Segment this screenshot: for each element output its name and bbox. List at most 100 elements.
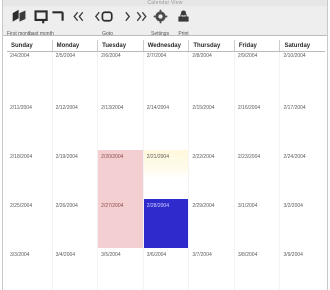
day-date: 2/4/2004 <box>10 53 30 59</box>
day-date: 2/10/2004 <box>283 53 306 59</box>
settings-button[interactable]: Settings <box>151 8 170 37</box>
settings-icon <box>152 8 169 30</box>
goto-icon <box>99 8 116 30</box>
day-cell[interactable]: 2/9/2004 <box>235 52 281 101</box>
day-cell[interactable]: 2/8/2004 <box>189 52 235 101</box>
day-cell[interactable]: 2/22/2004 <box>189 150 235 199</box>
day-date: 2/23/2004 <box>237 154 261 160</box>
back-button[interactable] <box>70 8 87 34</box>
settings-label: Settings <box>151 31 170 37</box>
day-cell[interactable]: 3/5/2004 <box>98 248 144 290</box>
day-date: 2/22/2004 <box>192 154 215 160</box>
day-cell[interactable]: 3/6/2004 <box>144 248 190 290</box>
day-cell[interactable]: 2/6/2004 <box>98 52 144 101</box>
last-month-icon <box>33 8 50 30</box>
day-date: 2/9/2004 <box>237 53 258 59</box>
week-row: 2/11/2004 2/12/2004 2/13/2004 2/14/2004 … <box>7 101 325 150</box>
day-date: 2/16/2004 <box>237 105 261 111</box>
day-date: 2/26/2004 <box>55 203 78 209</box>
day-date: 2/8/2004 <box>192 53 212 59</box>
day-date: 3/7/2004 <box>192 252 212 258</box>
day-cell-selected[interactable]: 2/28/2004 <box>143 199 190 248</box>
day-cell-highlighted[interactable]: 2/21/2004 <box>143 150 190 199</box>
day-date: 3/1/2004 <box>237 203 258 209</box>
day-date: 2/14/2004 <box>146 105 169 111</box>
day-cell[interactable]: 2/14/2004 <box>144 101 190 150</box>
day-date: 2/21/2004 <box>146 154 169 160</box>
header-monday[interactable]: Monday <box>53 40 99 51</box>
day-date: 2/18/2004 <box>10 154 33 160</box>
day-date: 3/4/2004 <box>55 252 76 258</box>
day-date: 3/5/2004 <box>101 252 121 258</box>
day-date: 2/7/2004 <box>146 53 167 59</box>
day-cell[interactable]: 2/19/2004 <box>53 150 99 199</box>
print-icon <box>175 8 192 30</box>
previous-button[interactable] <box>49 8 66 34</box>
day-cell[interactable]: 3/9/2004 <box>280 248 325 290</box>
back-icon <box>70 8 87 30</box>
header-saturday[interactable]: Saturday <box>280 40 325 51</box>
day-date: 2/13/2004 <box>101 105 124 111</box>
week-row: 2/4/2004 2/5/2004 2/6/2004 2/7/2004 2/8/… <box>7 52 325 101</box>
day-cell[interactable]: 2/29/2004 <box>189 199 235 248</box>
day-date: 2/12/2004 <box>55 105 78 111</box>
calendar-window: Calendar View First month Last month Got… <box>2 0 328 290</box>
print-label: Print <box>178 31 189 37</box>
header-thursday[interactable]: Thursday <box>189 40 235 51</box>
day-date: 2/29/2004 <box>192 203 215 209</box>
day-cell[interactable]: 3/2/2004 <box>280 199 325 248</box>
goto-button[interactable]: Goto <box>99 8 116 37</box>
day-date: 2/11/2004 <box>10 105 32 111</box>
toolbar: First month Last month Goto Settings Pri… <box>3 6 327 37</box>
calendar-grid: Sunday Monday Tuesday Wednesday Thursday… <box>7 40 325 290</box>
day-cell[interactable]: 2/11/2004 <box>7 101 53 150</box>
goto-label: Goto <box>102 31 113 37</box>
day-cell[interactable]: 2/7/2004 <box>144 52 190 101</box>
day-cell[interactable]: 2/5/2004 <box>53 52 99 101</box>
day-cell-highlighted[interactable]: 2/27/2004 <box>98 199 144 248</box>
day-date: 2/6/2004 <box>101 53 121 59</box>
first-month-icon <box>11 8 28 30</box>
day-cell[interactable]: 2/26/2004 <box>53 199 99 248</box>
day-cell[interactable]: 3/1/2004 <box>235 199 281 248</box>
header-tuesday[interactable]: Tuesday <box>98 40 144 51</box>
week-row: 3/3/2004 3/4/2004 3/5/2004 3/6/2004 3/7/… <box>7 248 325 290</box>
day-cell[interactable]: 2/17/2004 <box>280 101 325 150</box>
week-row: 2/25/2004 2/26/2004 2/27/2004 2/28/2004 … <box>7 199 325 248</box>
day-date: 3/9/2004 <box>283 252 303 258</box>
day-date: 2/27/2004 <box>101 203 124 209</box>
day-cell[interactable]: 2/23/2004 <box>235 150 281 199</box>
day-date: 2/25/2004 <box>10 203 33 209</box>
header-friday[interactable]: Friday <box>235 40 281 51</box>
day-cell[interactable]: 2/10/2004 <box>280 52 325 101</box>
day-cell-highlighted[interactable]: 2/20/2004 <box>98 150 144 199</box>
day-date: 2/28/2004 <box>146 203 169 209</box>
day-cell[interactable]: 2/25/2004 <box>7 199 53 248</box>
day-cell[interactable]: 3/3/2004 <box>7 248 53 290</box>
day-cell[interactable]: 2/12/2004 <box>53 101 99 150</box>
day-cell[interactable]: 3/7/2004 <box>189 248 235 290</box>
day-date: 2/15/2004 <box>192 105 215 111</box>
day-date: 2/17/2004 <box>283 105 306 111</box>
header-sunday[interactable]: Sunday <box>7 40 53 51</box>
day-date: 2/5/2004 <box>55 53 76 59</box>
day-cell[interactable]: 3/4/2004 <box>53 248 99 290</box>
day-date: 3/6/2004 <box>146 252 167 258</box>
day-cell[interactable]: 2/4/2004 <box>7 52 53 101</box>
day-cell[interactable]: 2/13/2004 <box>98 101 144 150</box>
week-row: 2/18/2004 2/19/2004 2/20/2004 2/21/2004 … <box>7 150 325 199</box>
day-date: 3/3/2004 <box>10 252 30 258</box>
day-cell[interactable]: 2/18/2004 <box>7 150 53 199</box>
next-button[interactable] <box>133 8 150 34</box>
day-date: 3/8/2004 <box>237 252 258 258</box>
day-date: 2/20/2004 <box>101 154 124 160</box>
day-date: 3/2/2004 <box>283 203 303 209</box>
day-date: 2/19/2004 <box>55 154 78 160</box>
day-cell[interactable]: 2/16/2004 <box>235 101 281 150</box>
day-cell[interactable]: 3/8/2004 <box>235 248 281 290</box>
day-cell[interactable]: 2/24/2004 <box>280 150 325 199</box>
next-icon <box>133 8 150 30</box>
day-cell[interactable]: 2/15/2004 <box>189 101 235 150</box>
header-wednesday[interactable]: Wednesday <box>144 40 190 51</box>
print-button[interactable]: Print <box>175 8 192 37</box>
